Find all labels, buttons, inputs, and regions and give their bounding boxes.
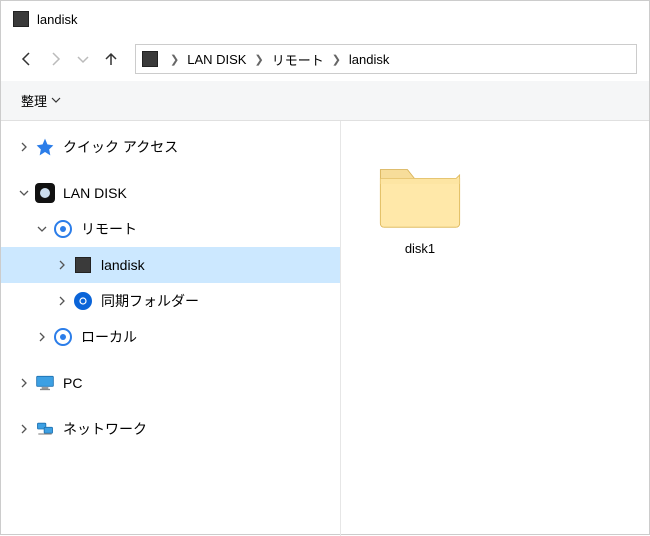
titlebar: landisk [1,1,649,37]
forward-button[interactable] [41,45,69,73]
navbar: ❯ LAN DISK ❯ リモート ❯ landisk [1,37,649,81]
sidebar-item-label: 同期フォルダー [101,291,199,311]
sidebar-item-local[interactable]: ローカル [1,319,340,355]
chevron-right-icon[interactable] [17,140,31,154]
folder-icon [375,153,465,233]
sidebar-item-label: PC [63,375,82,391]
sidebar-item-label: ローカル [81,327,137,347]
circle-icon [53,219,73,239]
file-label: disk1 [405,241,435,256]
sidebar-item-label: ネットワーク [63,419,147,439]
organize-button[interactable]: 整理 [13,87,69,114]
chevron-down-icon[interactable] [17,186,31,200]
up-button[interactable] [97,45,125,73]
breadcrumb-item[interactable]: LAN DISK [183,52,250,67]
caret-down-icon [51,93,61,108]
chevron-right-icon[interactable] [55,294,69,308]
breadcrumb[interactable]: ❯ LAN DISK ❯ リモート ❯ landisk [135,44,637,74]
sidebar-item-network[interactable]: ネットワーク [1,411,340,447]
sidebar-item-pc[interactable]: PC [1,365,340,401]
breadcrumb-item[interactable]: landisk [345,52,393,67]
star-icon [35,137,55,157]
organize-label: 整理 [21,91,47,110]
sidebar-item-label: landisk [101,257,145,273]
disk-icon [13,11,29,27]
chevron-right-icon: ❯ [250,53,267,66]
disk-icon [73,255,93,275]
chevron-down-icon[interactable] [35,222,49,236]
chevron-right-icon: ❯ [328,53,345,66]
sidebar-item-label: クイック アクセス [63,137,178,157]
sidebar: クイック アクセス LAN DISK リモート landisk 同期フォルダー [1,121,341,536]
window-title: landisk [37,12,77,27]
file-item[interactable]: disk1 [365,145,475,264]
breadcrumb-item[interactable]: リモート [268,50,328,69]
sync-icon [73,291,93,311]
sidebar-item-label: LAN DISK [63,185,127,201]
sidebar-item-label: リモート [81,219,137,239]
chevron-right-icon[interactable] [17,422,31,436]
sidebar-item-quick-access[interactable]: クイック アクセス [1,129,340,165]
recent-dropdown[interactable] [69,45,97,73]
pc-icon [35,373,55,393]
toolbar: 整理 [1,81,649,121]
landisk-app-icon [35,183,55,203]
circle-icon [53,327,73,347]
back-button[interactable] [13,45,41,73]
sidebar-item-remote[interactable]: リモート [1,211,340,247]
disk-icon [142,51,158,67]
network-icon [35,419,55,439]
sidebar-item-landisk[interactable]: landisk [1,247,340,283]
sidebar-item-sync-folder[interactable]: 同期フォルダー [1,283,340,319]
content: クイック アクセス LAN DISK リモート landisk 同期フォルダー [1,121,649,536]
file-pane[interactable]: disk1 [341,121,649,536]
chevron-right-icon[interactable] [17,376,31,390]
chevron-right-icon[interactable] [55,258,69,272]
chevron-right-icon: ❯ [166,53,183,66]
sidebar-item-lan-disk[interactable]: LAN DISK [1,175,340,211]
chevron-right-icon[interactable] [35,330,49,344]
